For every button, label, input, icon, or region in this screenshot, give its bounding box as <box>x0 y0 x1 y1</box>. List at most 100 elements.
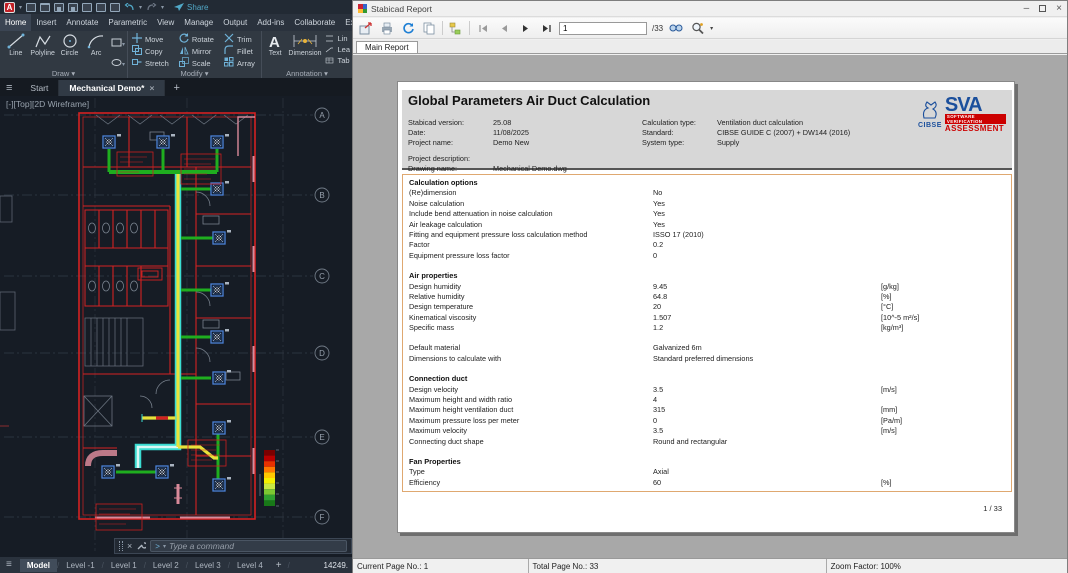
undo-icon[interactable] <box>124 3 135 12</box>
tab-main-report[interactable]: Main Report <box>356 41 418 53</box>
ribbon-tab-express-too[interactable]: Express Too <box>340 14 352 31</box>
move-button[interactable]: Move <box>132 33 173 45</box>
new-tab-button[interactable]: + <box>165 82 187 96</box>
next-page-button[interactable] <box>517 20 533 36</box>
array-label: Array <box>237 59 255 68</box>
text-button[interactable]: A Text <box>266 33 284 65</box>
first-page-button[interactable] <box>475 20 491 36</box>
rectangle-tool-icon[interactable]: ▾ <box>111 34 125 52</box>
command-close-icon[interactable]: × <box>127 541 132 551</box>
leader-button[interactable]: Lea <box>325 45 350 54</box>
scale-icon <box>179 57 189 69</box>
layout-tab-level-1[interactable]: Level 1 <box>104 559 144 572</box>
project-meta-right: Calculation type:Ventilation duct calcul… <box>642 117 892 147</box>
print-button[interactable] <box>379 20 395 36</box>
stretch-button[interactable]: Stretch <box>132 57 173 69</box>
close-tab-icon[interactable]: × <box>150 83 155 93</box>
ribbon-tab-annotate[interactable]: Annotate <box>61 14 103 31</box>
zoom-button[interactable] <box>689 20 705 36</box>
redo-dropdown-icon[interactable]: ▾ <box>161 4 164 11</box>
layout-tab-level-2[interactable]: Level 2 <box>146 559 186 572</box>
copy-icon <box>132 45 142 57</box>
print-icon[interactable] <box>110 3 120 12</box>
annotation-panel-label[interactable]: Annotation ▾ <box>262 69 352 78</box>
tab-start[interactable]: Start <box>20 80 59 96</box>
document-map-button[interactable] <box>448 20 464 36</box>
ribbon-tab-manage[interactable]: Manage <box>179 14 218 31</box>
customize-wrench-icon[interactable] <box>136 541 146 551</box>
save-as-icon[interactable] <box>68 3 78 12</box>
copy-button[interactable]: Copy <box>132 45 173 57</box>
draw-panel-label[interactable]: Draw ▾ <box>0 69 127 78</box>
undo-dropdown-icon[interactable]: ▾ <box>139 4 142 11</box>
close-button[interactable]: × <box>1056 3 1062 14</box>
recent-commands-icon[interactable]: ▾ <box>163 543 166 550</box>
export-button[interactable] <box>358 20 374 36</box>
table-button[interactable]: Tab <box>325 56 350 65</box>
ribbon-tab-output[interactable]: Output <box>218 14 252 31</box>
modify-panel-label[interactable]: Modify ▾ <box>128 69 261 78</box>
new-file-icon[interactable] <box>26 3 36 12</box>
quick-access-toolbar: A ▾ ▾ ▾ Share <box>0 0 352 14</box>
param-unit <box>881 188 1011 198</box>
redo-icon[interactable] <box>146 3 157 12</box>
scale-button[interactable]: Scale <box>179 57 218 69</box>
ribbon-tab-view[interactable]: View <box>152 14 179 31</box>
window-title: Stabicad Report <box>371 4 432 14</box>
fillet-button[interactable]: Fillet <box>224 45 259 57</box>
report-content-area[interactable]: Global Parameters Air Duct Calculation S… <box>353 55 1067 558</box>
layout-menu-icon[interactable]: ≡ <box>0 559 20 572</box>
report-title-bar[interactable]: Stabicad Report – × <box>353 1 1067 17</box>
copy-button[interactable] <box>421 20 437 36</box>
last-page-button[interactable] <box>538 20 554 36</box>
dimension-button[interactable]: Dimension <box>288 33 321 65</box>
layout-tab-model[interactable]: Model <box>20 559 57 572</box>
ribbon-tab-add-ins[interactable]: Add-ins <box>252 14 289 31</box>
leader-line-button[interactable]: Lin <box>325 34 350 43</box>
layout-tab-level-4[interactable]: Level 4 <box>230 559 270 572</box>
svg-text:E: E <box>319 433 324 442</box>
layout-tab-level-3[interactable]: Level 3 <box>188 559 228 572</box>
ribbon-tab-home[interactable]: Home <box>0 14 31 31</box>
app-menu-dropdown-icon[interactable]: ▾ <box>19 4 22 11</box>
search-button[interactable] <box>668 20 684 36</box>
array-button[interactable]: Array <box>224 57 259 69</box>
mirror-button[interactable]: Mirror <box>179 45 218 57</box>
trim-button[interactable]: Trim <box>224 33 259 45</box>
drawing-canvas[interactable]: A B C D E F <box>0 96 352 557</box>
rotate-button[interactable]: Rotate <box>179 33 218 45</box>
meta-row: System type:Supply <box>642 137 892 147</box>
file-tabs-menu-icon[interactable]: ≡ <box>0 82 20 96</box>
page-number-input[interactable] <box>559 22 647 35</box>
sheet-set-icon[interactable] <box>96 3 106 12</box>
text-icon: A <box>267 33 283 49</box>
section-header: Air properties <box>403 271 1011 281</box>
param-unit: [m/s] <box>881 385 1011 395</box>
layout-tab-level-1[interactable]: Level -1 <box>59 559 101 572</box>
section-fan-properties: Fan PropertiesTypeAxialEfficiency60[%] <box>403 457 1011 488</box>
previous-page-button[interactable] <box>496 20 512 36</box>
viewport-controls[interactable]: [-][Top][2D Wireframe] <box>6 99 89 109</box>
autocad-logo-icon[interactable]: A <box>4 2 15 13</box>
share-label: Share <box>187 3 208 12</box>
open-file-icon[interactable] <box>40 3 50 12</box>
command-input[interactable]: > ▾ Type a command <box>150 540 347 552</box>
ribbon-tab-parametric[interactable]: Parametric <box>103 14 152 31</box>
new-layout-button[interactable]: + <box>270 560 288 571</box>
project-meta-left: Stabicad version:25.08Date:11/08/2025Pro… <box>408 117 638 173</box>
meta-row: Date:11/08/2025 <box>408 127 638 137</box>
param-label: Noise calculation <box>409 199 653 209</box>
ribbon-tab-insert[interactable]: Insert <box>31 14 61 31</box>
tab-drawing[interactable]: Mechanical Demo*× <box>59 80 165 96</box>
ribbon-tab-collaborate[interactable]: Collaborate <box>289 14 340 31</box>
maximize-button[interactable] <box>1039 5 1046 12</box>
param-value: Round and rectangular <box>653 437 881 447</box>
save-icon[interactable] <box>54 3 64 12</box>
command-drag-handle[interactable] <box>119 541 123 551</box>
minimize-button[interactable]: – <box>1024 6 1030 12</box>
refresh-button[interactable] <box>400 20 416 36</box>
share-button[interactable]: Share <box>174 3 208 12</box>
plot-icon[interactable] <box>82 3 92 12</box>
param-label: Connecting duct shape <box>409 437 653 447</box>
zoom-dropdown-icon[interactable]: ▾ <box>710 25 713 32</box>
